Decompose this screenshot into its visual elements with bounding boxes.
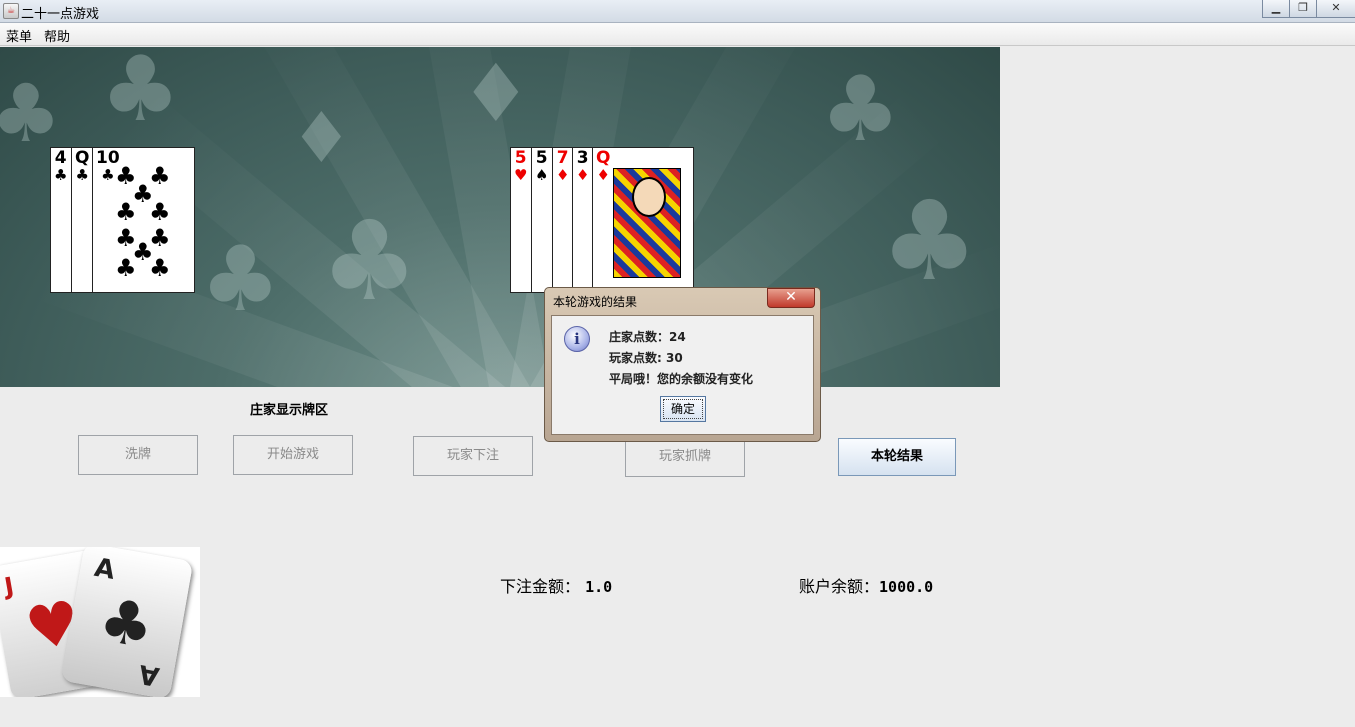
card-table: ♣ ♦ ♦ ♣ ♣ ♣ ♣ ♣ 4 ♣ Q ♣ 10 ♣ ♣ ♣ ♣ ♣ ♣ ♣ ♣ …: [0, 47, 1000, 387]
round-result-button[interactable]: 本轮结果: [838, 438, 956, 476]
club-icon: ♣: [93, 584, 159, 664]
club-deco-icon: ♣: [100, 47, 181, 142]
club-pip-icon: ♣: [115, 198, 137, 226]
heart-icon: ♥: [514, 166, 528, 184]
card-rank: 4: [54, 148, 67, 168]
bet-label: 下注金额：: [500, 577, 581, 596]
club-deco-icon: ♣: [880, 177, 979, 305]
card-rank: Q: [75, 148, 90, 168]
balance-label: 账户余额：: [799, 577, 880, 596]
window-title: 二十一点游戏: [21, 7, 100, 22]
player-card: Q ♦: [592, 147, 694, 293]
club-deco-icon: ♣: [820, 57, 901, 162]
menu-bar: 菜单 帮助: [0, 23, 1355, 46]
card-rank: 5: [535, 148, 548, 168]
diamond-deco-icon: ♦: [290, 97, 353, 179]
dialog-body: i 庄家点数：24 玩家点数: 30 平局哦！您的余额没有变化 确定: [551, 315, 814, 435]
menu-item-menu[interactable]: 菜单: [6, 26, 32, 45]
diamond-deco-icon: ♦: [460, 47, 532, 140]
menu-item-help[interactable]: 帮助: [44, 26, 70, 45]
window-titlebar: ☕ 二十一点游戏 ▁ ❐ ✕: [0, 0, 1355, 23]
card-rank: 3: [576, 148, 589, 168]
bet-amount: 下注金额： 1.0: [500, 573, 612, 597]
queen-face-icon: [613, 168, 681, 278]
diamond-icon: ♦: [556, 166, 570, 184]
java-app-icon: ☕: [3, 3, 19, 19]
card-rank: 5: [514, 148, 527, 168]
player-bet-button[interactable]: 玩家下注: [413, 436, 533, 476]
bet-value: 1.0: [585, 578, 613, 596]
club-deco-icon: ♣: [200, 227, 281, 332]
result-dialog: 本轮游戏的结果 ✕ i 庄家点数：24 玩家点数: 30 平局哦！您的余额没有变…: [544, 287, 821, 442]
result-message: 平局哦！您的余额没有变化: [609, 372, 754, 386]
dealer-points-label: 庄家点数：: [609, 330, 670, 344]
close-icon[interactable]: ✕: [1316, 0, 1355, 18]
club-pip-icon: ♣: [115, 254, 137, 282]
club-deco-icon: ♣: [320, 197, 419, 325]
minimize-icon[interactable]: ▁: [1262, 0, 1290, 18]
dealer-points: 庄家点数：24: [609, 328, 686, 345]
card-rank: 7: [556, 148, 569, 168]
info-icon: i: [564, 326, 590, 352]
shuffle-button[interactable]: 洗牌: [78, 435, 198, 475]
club-pip-icon: ♣: [149, 198, 171, 226]
dialog-title: 本轮游戏的结果: [553, 295, 638, 309]
diamond-icon: ♦: [596, 166, 610, 184]
start-game-button[interactable]: 开始游戏: [233, 435, 353, 475]
account-balance: 账户余额：1000.0: [799, 573, 933, 597]
player-points: 玩家点数: 30: [609, 349, 683, 366]
dealer-zone-label: 庄家显示牌区: [250, 403, 329, 418]
diamond-icon: ♦: [576, 166, 590, 184]
dealer-card: 10 ♣ ♣ ♣ ♣ ♣ ♣ ♣ ♣ ♣ ♣ ♣: [92, 147, 195, 293]
player-points-label: 玩家点数:: [609, 351, 662, 365]
player-draw-button[interactable]: 玩家抓牌: [625, 437, 745, 477]
club-icon: ♣: [54, 166, 68, 184]
spade-icon: ♠: [535, 166, 549, 184]
dealer-points-value: 24: [669, 330, 686, 344]
cards-logo: J ♥ A ♣ A: [0, 547, 200, 697]
ok-button[interactable]: 确定: [660, 396, 706, 422]
ace-card-icon: A ♣ A: [60, 547, 194, 697]
player-points-value: 30: [666, 351, 683, 365]
balance-value: 1000.0: [879, 578, 934, 596]
club-icon: ♣: [75, 166, 89, 184]
club-pip-icon: ♣: [149, 254, 171, 282]
dialog-close-icon[interactable]: ✕: [767, 288, 815, 308]
restore-icon[interactable]: ❐: [1289, 0, 1317, 18]
card-rank: Q: [596, 148, 611, 168]
